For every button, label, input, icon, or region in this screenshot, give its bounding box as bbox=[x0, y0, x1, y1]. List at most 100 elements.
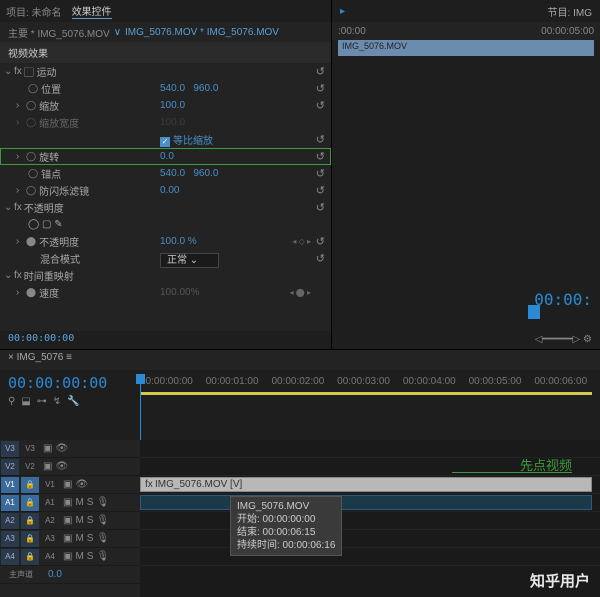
lock-icon[interactable]: 🔒 bbox=[21, 513, 39, 529]
timeline-ruler[interactable]: 00:00:00:0000:00:01:0000:00:02:0000:00:0… bbox=[140, 370, 600, 410]
stopwatch-icon[interactable]: ◯ bbox=[26, 151, 36, 162]
blend-dropdown[interactable]: 正常 ⌄ bbox=[160, 253, 219, 268]
effect-opacity[interactable]: ⌄ fx 不透明度 ↺ bbox=[0, 199, 331, 216]
mini-timeline-panel: ▸ 节目: IMG :00:0000:00:05:00 IMG_5076.MOV… bbox=[332, 0, 600, 349]
marker-icon[interactable]: ⬓ bbox=[21, 396, 30, 407]
chevron-right-icon[interactable]: › bbox=[16, 151, 26, 162]
chevron-right-icon[interactable]: › bbox=[16, 100, 26, 111]
reset-icon[interactable]: ↺ bbox=[316, 184, 325, 197]
track-a2[interactable]: A2🔒A2▣MS🎙 bbox=[0, 512, 140, 530]
effect-time-remap[interactable]: ⌄ fx 时间重映射 bbox=[0, 267, 331, 284]
track-v1[interactable]: V1🔒V1▣👁 bbox=[0, 476, 140, 494]
speed-value[interactable]: 100.00% bbox=[160, 287, 199, 298]
track-a1[interactable]: A1🔒A1▣MS🎙 bbox=[0, 494, 140, 512]
toggle-output-icon[interactable]: ▣ bbox=[43, 443, 52, 454]
mini-clip[interactable]: IMG_5076.MOV bbox=[338, 40, 594, 56]
mic-icon[interactable]: 🎙 bbox=[96, 551, 109, 562]
lock-icon[interactable]: 🔒 bbox=[21, 549, 39, 565]
effect-motion[interactable]: ⌄ fx ▢ 运动 ↺ bbox=[0, 63, 331, 80]
stopwatch-icon[interactable]: ◯ bbox=[26, 100, 36, 111]
scale-value[interactable]: 100.0 bbox=[160, 100, 185, 111]
eye-icon[interactable]: 👁 bbox=[55, 443, 68, 454]
keyframe-nav[interactable]: ◂ ⬤ ▸ bbox=[290, 288, 311, 297]
mic-icon[interactable]: 🎙 bbox=[96, 533, 109, 544]
prop-flicker[interactable]: › ◯ 防闪烁滤镜 0.00 ↺ bbox=[0, 182, 331, 199]
prop-uniform-scale[interactable]: ✓等比缩放 ↺ bbox=[0, 131, 331, 148]
prop-opacity-value[interactable]: › ⬤ 不透明度 100.0 % ◂ ◇ ▸ ↺ bbox=[0, 233, 331, 250]
chevron-right-icon[interactable]: › bbox=[16, 185, 26, 196]
eye-icon[interactable]: 👁 bbox=[75, 479, 88, 490]
track-a3[interactable]: A3🔒A3▣MS🎙 bbox=[0, 530, 140, 548]
snap-icon[interactable]: ⚲ bbox=[8, 396, 15, 407]
track-master[interactable]: 主声道0.0 bbox=[0, 566, 140, 584]
lock-icon[interactable]: 🔒 bbox=[21, 477, 39, 493]
video-clip[interactable]: fx IMG_5076.MOV [V] bbox=[140, 477, 592, 492]
tab-project[interactable]: 项目: 未命名 bbox=[6, 4, 62, 19]
breadcrumb-main: 主要 * IMG_5076.MOV bbox=[8, 25, 110, 40]
pen-mask-icon[interactable]: ✎ bbox=[54, 219, 62, 230]
stopwatch-icon[interactable]: ◯ bbox=[28, 168, 38, 179]
effects-timecode[interactable]: 00:00:00:00 bbox=[0, 331, 331, 349]
stopwatch-icon[interactable]: ⬤ bbox=[26, 287, 36, 298]
fx-icon[interactable]: fx bbox=[14, 202, 22, 213]
reset-icon[interactable]: ↺ bbox=[316, 133, 325, 146]
zoom-scrollbar[interactable]: ◁━━━━━▷ ⚙ bbox=[535, 334, 592, 345]
sequence-timecode[interactable]: 00:00:00:00 bbox=[8, 374, 132, 392]
effects-panel: 项目: 未命名 效果控件 主要 * IMG_5076.MOV ∨ IMG_507… bbox=[0, 0, 332, 349]
position-values[interactable]: 540.0 960.0 bbox=[160, 83, 218, 94]
reset-icon[interactable]: ↺ bbox=[316, 167, 325, 180]
stopwatch-icon[interactable]: ⬤ bbox=[26, 236, 36, 247]
chevron-right-icon[interactable]: › bbox=[16, 236, 26, 247]
program-playhead[interactable] bbox=[528, 305, 540, 319]
fx-icon[interactable]: fx bbox=[14, 66, 22, 77]
clip-tooltip: IMG_5076.MOV 开始: 00:00:00:00 结束: 00:00:0… bbox=[230, 496, 342, 556]
mic-icon[interactable]: 🎙 bbox=[96, 497, 109, 508]
audio-clip[interactable] bbox=[140, 495, 592, 510]
link-icon[interactable]: ⊶ bbox=[37, 396, 47, 407]
wrench-icon[interactable]: 🔧 bbox=[67, 396, 79, 407]
sequence-tab[interactable]: × IMG_5076 ≡ bbox=[0, 350, 600, 370]
prop-position[interactable]: ◯ 位置 540.0 960.0 ↺ bbox=[0, 80, 331, 97]
chevron-right-icon[interactable]: › bbox=[16, 287, 26, 298]
lock-icon[interactable]: 🔒 bbox=[21, 531, 39, 547]
reset-icon[interactable]: ↺ bbox=[316, 150, 325, 163]
breadcrumb-clip[interactable]: IMG_5076.MOV * IMG_5076.MOV bbox=[125, 27, 279, 38]
opacity-value[interactable]: 100.0 % bbox=[160, 236, 197, 247]
prop-anchor[interactable]: ◯ 锚点 540.0 960.0 ↺ bbox=[0, 165, 331, 182]
checkbox-icon[interactable]: ✓ bbox=[160, 137, 170, 147]
reset-icon[interactable]: ↺ bbox=[316, 82, 325, 95]
tab-effects[interactable]: 效果控件 bbox=[72, 3, 112, 19]
eye-icon[interactable]: 👁 bbox=[55, 461, 68, 472]
stopwatch-icon[interactable]: ◯ bbox=[26, 185, 36, 196]
toggle-output-icon[interactable]: ▣ bbox=[43, 461, 52, 472]
track-v3[interactable]: V3V3▣👁 bbox=[0, 440, 140, 458]
track-v2[interactable]: V2V2▣👁 bbox=[0, 458, 140, 476]
prop-rotation[interactable]: › ◯ 旋转 0.0 ↺ bbox=[0, 148, 331, 165]
playhead-marker[interactable]: ▸ bbox=[340, 6, 345, 17]
mini-ruler[interactable]: :00:0000:00:05:00 bbox=[332, 22, 600, 40]
prop-blend-mode[interactable]: 混合模式 正常 ⌄ ↺ bbox=[0, 250, 331, 267]
reset-icon[interactable]: ↺ bbox=[316, 235, 325, 248]
reset-icon[interactable]: ↺ bbox=[316, 65, 325, 78]
keyframe-nav[interactable]: ◂ ◇ ▸ bbox=[292, 237, 311, 246]
fx-icon[interactable]: fx bbox=[14, 270, 22, 281]
settings-icon[interactable]: ↯ bbox=[53, 396, 61, 407]
reset-icon[interactable]: ↺ bbox=[316, 252, 325, 265]
lock-icon[interactable]: 🔒 bbox=[21, 495, 39, 511]
prop-speed[interactable]: › ⬤ 速度 100.00% ◂ ⬤ ▸ bbox=[0, 284, 331, 301]
prop-scale[interactable]: › ◯ 缩放 100.0 ↺ bbox=[0, 97, 331, 114]
reset-icon[interactable]: ↺ bbox=[316, 99, 325, 112]
work-area-bar[interactable] bbox=[140, 392, 592, 395]
anchor-values[interactable]: 540.0 960.0 bbox=[160, 168, 218, 179]
stopwatch-icon[interactable]: ◯ bbox=[28, 83, 38, 94]
flicker-value[interactable]: 0.00 bbox=[160, 185, 179, 196]
track-headers: V3V3▣👁 V2V2▣👁 V1🔒V1▣👁 A1🔒A1▣MS🎙 A2🔒A2▣MS… bbox=[0, 440, 140, 597]
rotation-value[interactable]: 0.0 bbox=[160, 151, 174, 162]
reset-icon[interactable]: ↺ bbox=[316, 201, 325, 214]
rect-mask-icon[interactable]: ▢ bbox=[42, 219, 51, 230]
toggle-output-icon[interactable]: ▣ bbox=[63, 479, 72, 490]
track-a4[interactable]: A4🔒A4▣MS🎙 bbox=[0, 548, 140, 566]
opacity-masks[interactable]: ◯ ▢ ✎ bbox=[0, 216, 331, 233]
mic-icon[interactable]: 🎙 bbox=[96, 515, 109, 526]
ellipse-mask-icon[interactable]: ◯ bbox=[28, 219, 39, 230]
